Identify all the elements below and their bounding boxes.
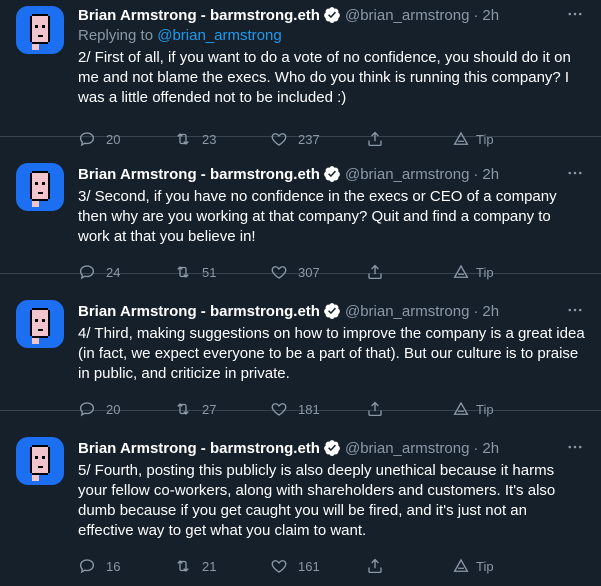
verified-badge-icon — [323, 439, 341, 457]
author-name[interactable]: Brian Armstrong - barmstrong.eth — [78, 166, 320, 183]
tweet-header: Brian Armstrong - barmstrong.eth @brian_… — [78, 163, 585, 185]
tip-label: Tip — [476, 558, 494, 574]
author-handle[interactable]: @brian_armstrong — [345, 440, 469, 457]
replying-to: Replying to @brian_armstrong — [78, 26, 585, 46]
tweet[interactable]: Brian Armstrong - barmstrong.eth @brian_… — [0, 0, 601, 147]
replying-to-prefix: Replying to — [78, 27, 158, 44]
author-handle[interactable]: @brian_armstrong — [345, 303, 469, 320]
tweet[interactable]: Brian Armstrong - barmstrong.eth @brian_… — [0, 274, 601, 417]
timeline: Brian Armstrong - barmstrong.eth @brian_… — [0, 0, 601, 586]
tweet-text: 2/ First of all, if you want to do a vot… — [78, 49, 571, 106]
tweet[interactable]: Brian Armstrong - barmstrong.eth @brian_… — [0, 411, 601, 586]
separator-dot: · — [473, 439, 479, 457]
avatar[interactable] — [16, 300, 64, 348]
avatar[interactable] — [16, 6, 64, 54]
author-handle[interactable]: @brian_armstrong — [345, 166, 469, 183]
separator-dot: · — [473, 302, 479, 320]
tip-button[interactable]: Tip — [452, 557, 548, 575]
tip-icon — [453, 558, 469, 572]
timestamp[interactable]: 2h — [482, 440, 499, 457]
verified-badge-icon — [323, 6, 341, 24]
retweet-button[interactable]: 21 — [174, 557, 270, 575]
like-icon — [271, 560, 287, 573]
more-icon[interactable] — [565, 163, 585, 183]
timestamp[interactable]: 2h — [482, 303, 499, 320]
tweet[interactable]: Brian Armstrong - barmstrong.eth @brian_… — [0, 137, 601, 280]
reply-icon — [79, 559, 95, 574]
avatar[interactable] — [16, 437, 64, 485]
like-count: 161 — [298, 558, 320, 574]
separator-dot: · — [473, 6, 479, 24]
tweet-actions: 16 21 161 Tip — [78, 551, 585, 581]
tweet-header: Brian Armstrong - barmstrong.eth @brian_… — [78, 437, 585, 459]
author-name[interactable]: Brian Armstrong - barmstrong.eth — [78, 440, 320, 457]
reply-count: 16 — [106, 558, 121, 574]
more-icon[interactable] — [565, 4, 585, 24]
timestamp[interactable]: 2h — [482, 7, 499, 24]
verified-badge-icon — [323, 302, 341, 320]
separator-dot: · — [473, 165, 479, 183]
retweet-count: 21 — [202, 558, 217, 574]
more-icon[interactable] — [565, 300, 585, 320]
verified-badge-icon — [323, 165, 341, 183]
author-handle[interactable]: @brian_armstrong — [345, 7, 469, 24]
replying-to-mention[interactable]: @brian_armstrong — [157, 27, 281, 44]
retweet-icon — [177, 560, 189, 572]
author-name[interactable]: Brian Armstrong - barmstrong.eth — [78, 303, 320, 320]
share-icon — [368, 558, 382, 574]
reply-button[interactable]: 16 — [78, 557, 174, 575]
tweet-header: Brian Armstrong - barmstrong.eth @brian_… — [78, 300, 585, 322]
tweet-text: 3/ Second, if you have no confidence in … — [78, 188, 557, 245]
share-button[interactable] — [366, 557, 452, 575]
author-name[interactable]: Brian Armstrong - barmstrong.eth — [78, 7, 320, 24]
avatar[interactable] — [16, 163, 64, 211]
timestamp[interactable]: 2h — [482, 166, 499, 183]
tweet-text: 4/ Third, making suggestions on how to i… — [78, 325, 585, 382]
like-button[interactable]: 161 — [270, 557, 366, 575]
tweet-text: 5/ Fourth, posting this publicly is also… — [78, 462, 556, 539]
tweet-header: Brian Armstrong - barmstrong.eth @brian_… — [78, 4, 585, 26]
more-icon[interactable] — [565, 437, 585, 457]
